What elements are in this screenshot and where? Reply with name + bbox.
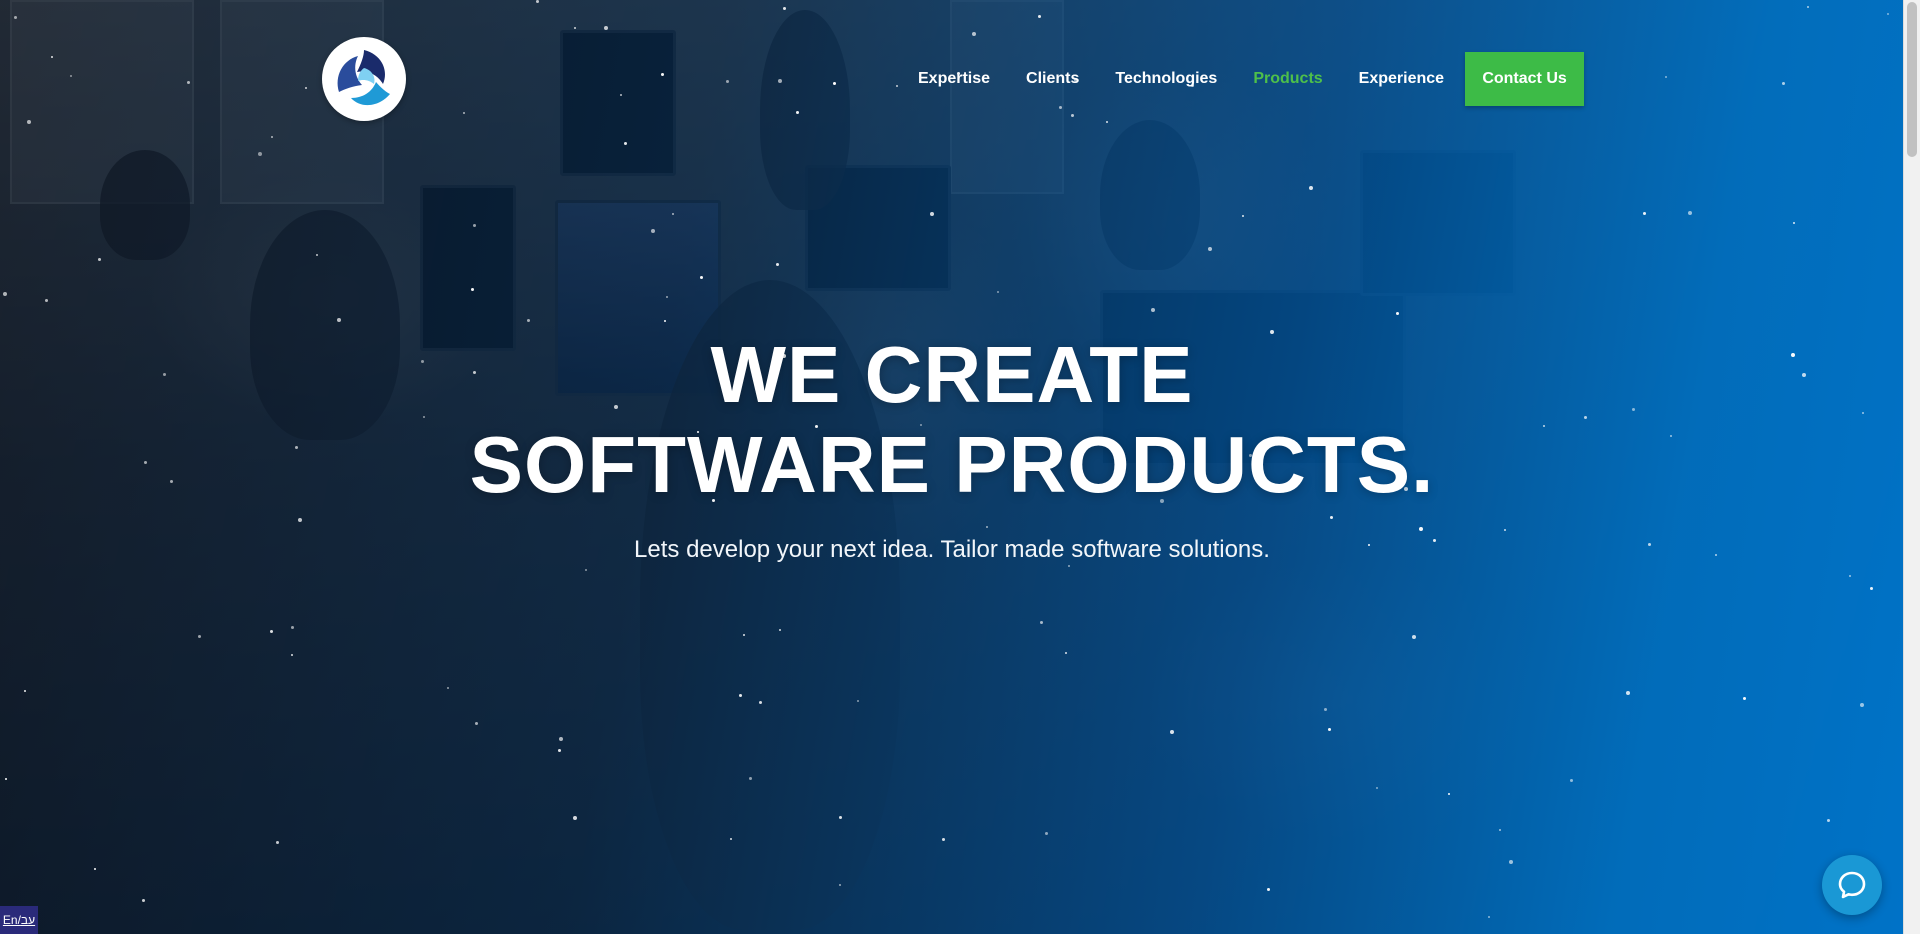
star-particle (743, 634, 745, 636)
star-particle (94, 868, 96, 870)
star-particle (749, 777, 752, 780)
star-particle (1793, 222, 1795, 224)
star-particle (3, 292, 7, 296)
hero-section: WE CREATE SOFTWARE PRODUCTS. Lets develo… (0, 330, 1904, 564)
star-particle (1065, 652, 1067, 654)
star-particle (1068, 565, 1070, 567)
star-particle (666, 296, 668, 298)
star-particle (142, 899, 145, 902)
star-particle (930, 212, 934, 216)
page-scrollbar[interactable] (1903, 0, 1920, 934)
star-particle (1499, 829, 1501, 831)
star-particle (198, 635, 201, 638)
chat-bubble-icon (1838, 871, 1866, 899)
star-particle (558, 749, 561, 752)
star-particle (1242, 215, 1244, 217)
star-particle (1448, 793, 1450, 795)
star-particle (98, 258, 101, 261)
site-header: Expertise Clients Technologies Products … (0, 0, 1904, 160)
star-particle (1045, 832, 1048, 835)
star-particle (291, 626, 294, 629)
star-particle (942, 838, 945, 841)
star-particle (1151, 308, 1155, 312)
page: Expertise Clients Technologies Products … (0, 0, 1920, 934)
star-particle (1509, 860, 1513, 864)
star-particle (1376, 787, 1378, 789)
star-particle (1570, 779, 1573, 782)
star-particle (5, 778, 7, 780)
contact-us-button[interactable]: Contact Us (1465, 52, 1585, 106)
star-particle (291, 654, 293, 656)
star-particle (316, 254, 318, 256)
star-particle (779, 629, 781, 631)
star-particle (739, 694, 742, 697)
star-particle (471, 288, 474, 291)
star-particle (839, 816, 842, 819)
star-particle (1870, 587, 1873, 590)
chat-button[interactable] (1822, 855, 1882, 915)
star-particle (1488, 916, 1490, 918)
hero-subtitle: Lets develop your next idea. Tailor made… (634, 536, 1270, 563)
star-particle (1208, 247, 1212, 251)
nav-item-expertise[interactable]: Expertise (918, 70, 990, 88)
star-particle (527, 319, 530, 322)
star-particle (1170, 730, 1174, 734)
main-nav: Expertise Clients Technologies Products … (900, 52, 1585, 106)
star-particle (45, 299, 48, 302)
nav-item-clients[interactable]: Clients (1026, 70, 1079, 88)
hero-title: WE CREATE SOFTWARE PRODUCTS. (0, 330, 1904, 510)
scrollbar-thumb[interactable] (1907, 2, 1917, 157)
star-particle (585, 569, 587, 571)
star-particle (997, 291, 999, 293)
star-particle (1396, 312, 1399, 315)
star-particle (1040, 621, 1043, 624)
star-particle (337, 318, 341, 322)
star-particle (1626, 691, 1630, 695)
hero-title-line-2: SOFTWARE PRODUCTS. (469, 420, 1435, 509)
star-particle (730, 838, 732, 840)
star-particle (1827, 819, 1830, 822)
star-particle (776, 263, 779, 266)
language-toggle[interactable]: En/עב (0, 906, 38, 934)
star-particle (1412, 635, 1416, 639)
nav-item-technologies[interactable]: Technologies (1115, 70, 1217, 88)
star-particle (447, 687, 449, 689)
star-particle (664, 320, 666, 322)
star-particle (1849, 575, 1851, 577)
star-particle (857, 700, 859, 702)
nav-item-products[interactable]: Products (1253, 70, 1322, 88)
star-particle (651, 229, 655, 233)
star-particle (473, 224, 476, 227)
star-particle (1688, 211, 1692, 215)
star-particle (1860, 703, 1864, 707)
star-particle (672, 213, 674, 215)
star-particle (700, 276, 703, 279)
hero-title-line-1: WE CREATE (710, 330, 1194, 419)
star-particle (573, 816, 577, 820)
star-particle (759, 701, 762, 704)
star-particle (1328, 728, 1331, 731)
star-particle (839, 884, 841, 886)
triskelion-swirl-logo-icon (332, 47, 396, 111)
star-particle (1267, 888, 1270, 891)
star-particle (276, 841, 279, 844)
star-particle (24, 690, 26, 692)
star-particle (475, 722, 478, 725)
star-particle (1743, 697, 1746, 700)
star-particle (1643, 212, 1646, 215)
star-particle (270, 630, 273, 633)
nav-item-experience[interactable]: Experience (1359, 70, 1444, 88)
star-particle (1324, 708, 1327, 711)
site-logo[interactable] (322, 37, 406, 121)
star-particle (1309, 186, 1313, 190)
star-particle (559, 737, 563, 741)
